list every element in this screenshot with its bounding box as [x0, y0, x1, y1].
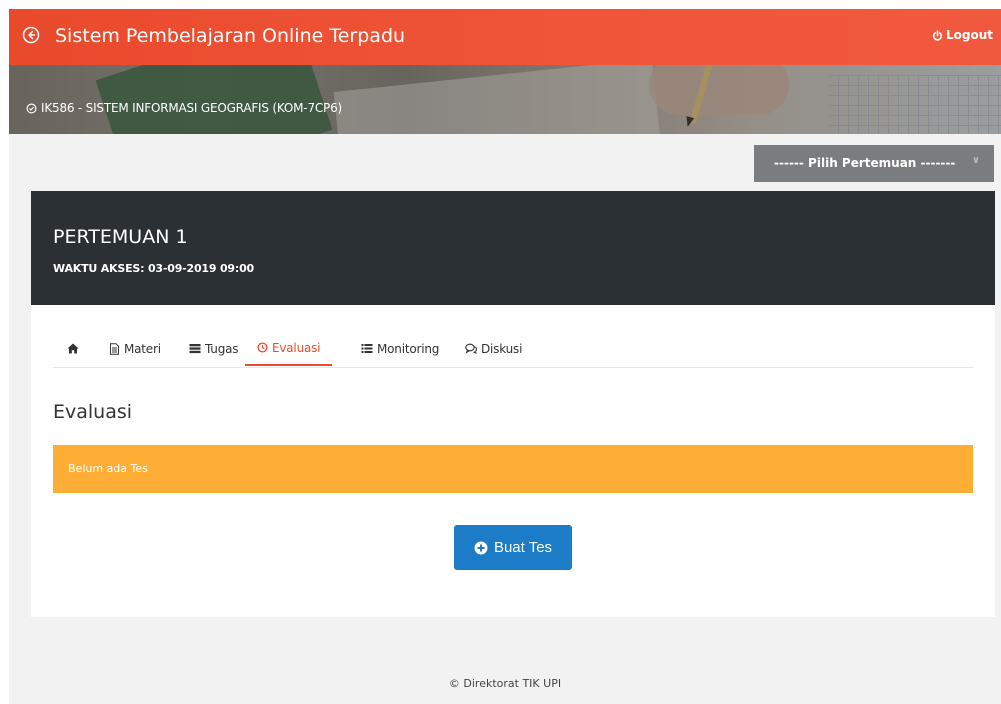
footer: © Direktorat TIK UPI — [9, 677, 1001, 690]
page-frame: Sistem Pembelajaran Online Terpadu Logou… — [9, 9, 1001, 704]
meeting-header: PERTEMUAN 1 WAKTU AKSES: 03-09-2019 09:0… — [31, 191, 995, 305]
create-test-button[interactable]: Buat Tes — [454, 525, 572, 570]
meeting-card: PERTEMUAN 1 WAKTU AKSES: 03-09-2019 09:0… — [31, 191, 995, 617]
tab-label: Diskusi — [481, 341, 523, 356]
top-navbar: Sistem Pembelajaran Online Terpadu Logou… — [9, 9, 1001, 65]
plus-circle-icon — [474, 541, 488, 554]
tab-label: Evaluasi — [272, 340, 321, 355]
course-title-text: IK586 - SISTEM INFORMASI GEOGRAFIS (KOM-… — [41, 101, 343, 115]
alert-message: Belum ada Tes — [68, 462, 148, 475]
file-icon — [110, 342, 119, 355]
section-title: Evaluasi — [53, 401, 133, 423]
tasks-icon — [189, 344, 201, 354]
tab-tugas[interactable]: Tugas — [189, 331, 239, 366]
list-icon — [361, 344, 373, 353]
meeting-title: PERTEMUAN 1 — [53, 226, 188, 248]
logout-label: Logout — [945, 28, 993, 42]
meeting-select[interactable]: ------ Pilih Pertemuan ------- ∨ — [754, 145, 994, 182]
meeting-access-time: WAKTU AKSES: 03-09-2019 09:00 — [53, 262, 254, 275]
comments-icon — [465, 343, 477, 354]
tab-evaluasi[interactable]: Evaluasi — [245, 331, 333, 366]
course-banner: IK586 - SISTEM INFORMASI GEOGRAFIS (KOM-… — [9, 65, 1001, 134]
app-title: Sistem Pembelajaran Online Terpadu — [55, 25, 406, 47]
meeting-select-value: ------ Pilih Pertemuan ------- — [774, 156, 956, 170]
course-title: IK586 - SISTEM INFORMASI GEOGRAFIS (KOM-… — [26, 101, 342, 115]
tab-label: Tugas — [205, 341, 239, 356]
tab-label: Materi — [124, 341, 161, 356]
tab-diskusi[interactable]: Diskusi — [465, 331, 522, 366]
tab-home[interactable] — [67, 331, 81, 366]
arrow-circle-left-icon[interactable] — [22, 26, 40, 44]
power-icon — [932, 29, 943, 41]
tab-bar: Materi Tugas Evaluasi Monitoring Diskusi — [53, 331, 973, 368]
home-icon — [67, 343, 79, 354]
tab-label: Monitoring — [377, 341, 440, 356]
clock-icon — [257, 342, 268, 353]
tab-monitoring[interactable]: Monitoring — [361, 331, 439, 366]
chevron-down-icon: ∨ — [971, 155, 980, 166]
tab-materi[interactable]: Materi — [109, 331, 161, 366]
check-circle-icon — [26, 103, 37, 113]
create-test-label: Buat Tes — [493, 539, 553, 556]
footer-text: © Direktorat TIK UPI — [448, 677, 562, 690]
empty-test-alert: Belum ada Tes — [53, 445, 973, 493]
logout-button[interactable]: Logout — [932, 28, 993, 42]
